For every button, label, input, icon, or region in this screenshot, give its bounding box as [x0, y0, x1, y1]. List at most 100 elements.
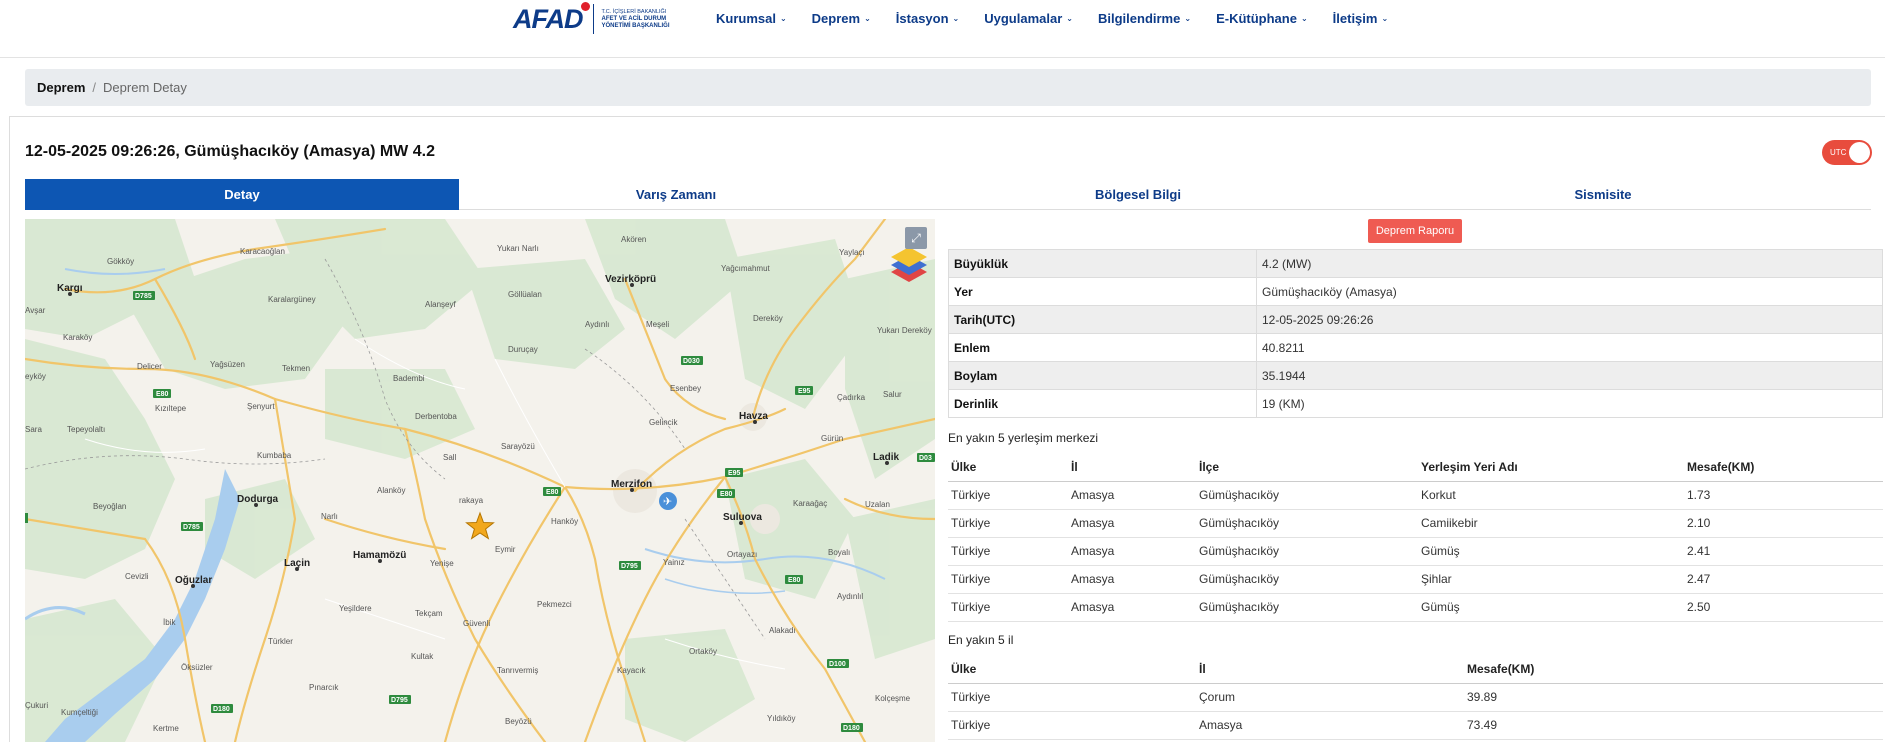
- svg-text:Alanşeyf: Alanşeyf: [425, 300, 456, 309]
- svg-text:Yaylaçı: Yaylaçı: [839, 248, 865, 257]
- svg-text:Yağcımahmut: Yağcımahmut: [721, 264, 771, 273]
- detail-key: Enlem: [948, 333, 1257, 362]
- svg-text:Kızıltepe: Kızıltepe: [155, 404, 187, 413]
- nav-label: İstasyon: [895, 11, 949, 26]
- svg-text:Ortaköy: Ortaköy: [689, 647, 717, 656]
- tab-bolgesel-bilgi[interactable]: Bölgesel Bilgi: [893, 179, 1383, 210]
- svg-text:Hanköy: Hanköy: [551, 517, 578, 526]
- nav-item-kurumsal[interactable]: Kurumsal ⌄: [716, 11, 787, 26]
- svg-text:D180: D180: [843, 725, 860, 732]
- table-row: Yer Gümüşhacıköy (Amasya): [948, 277, 1883, 306]
- utc-toggle[interactable]: UTC: [1822, 140, 1872, 165]
- svg-text:Cevizli: Cevizli: [125, 572, 149, 581]
- svg-text:Pınarcık: Pınarcık: [309, 683, 339, 692]
- nav-label: Kurumsal: [716, 11, 776, 26]
- map-canvas: Kargı Vezirköprü Havza Merzifon Suluova …: [25, 219, 935, 742]
- tab-bar: Detay Varış Zamanı Bölgesel Bilgi Sismis…: [25, 179, 1871, 210]
- nav-item-iletisim[interactable]: İletişim ⌄: [1333, 11, 1389, 26]
- nav-item-ekutuphane[interactable]: E-Kütüphane ⌄: [1216, 11, 1308, 26]
- svg-text:Narlı: Narlı: [321, 512, 338, 521]
- nav-item-uygulamalar[interactable]: Uygulamalar ⌄: [984, 11, 1073, 26]
- cell: 73.49: [1464, 711, 1883, 740]
- breadcrumb-current: Deprem Detay: [103, 80, 187, 95]
- cell: Amasya: [1196, 711, 1464, 740]
- map-label-vezirkopru: Vezirköprü: [605, 274, 656, 285]
- tab-varis-zamani[interactable]: Varış Zamanı: [459, 179, 893, 210]
- cell: Türkiye: [948, 509, 1068, 538]
- breadcrumb-deprem[interactable]: Deprem: [37, 80, 85, 95]
- chevron-down-icon: ⌄: [864, 14, 871, 23]
- detail-key: Boylam: [948, 361, 1257, 390]
- svg-text:rakaya: rakaya: [459, 496, 484, 505]
- detail-key: Yer: [948, 277, 1257, 306]
- column-header: Yerleşim Yeri Adı: [1418, 453, 1684, 482]
- cell: Amasya: [1068, 481, 1196, 510]
- column-header: İl: [1068, 453, 1196, 482]
- detail-key: Derinlik: [948, 389, 1257, 418]
- table-row: Türkiye Amasya Gümüşhacıköy Gümüş 2.50: [948, 593, 1883, 622]
- svg-text:Gelincik: Gelincik: [649, 418, 678, 427]
- svg-text:D795: D795: [621, 563, 638, 570]
- svg-text:Avşar: Avşar: [25, 306, 46, 315]
- svg-text:Yukarı Dereköy: Yukarı Dereköy: [877, 326, 932, 335]
- svg-text:Sall: Sall: [443, 453, 457, 462]
- svg-text:Güvenli: Güvenli: [463, 619, 490, 628]
- tab-sismisite[interactable]: Sismisite: [1383, 179, 1823, 210]
- nearest-provinces-title: En yakın 5 il: [948, 633, 1014, 647]
- map-label-dodurga: Dodurga: [237, 494, 279, 505]
- chevron-down-icon: ⌄: [1066, 14, 1073, 23]
- afad-logo[interactable]: AFAD T.C. İÇİŞLERİ BAKANLIĞI AFET VE ACİ…: [513, 0, 680, 38]
- svg-text:D03: D03: [919, 455, 932, 462]
- details-table: Büyüklük 4.2 (MW) Yer Gümüşhacıköy (Amasya…: [948, 249, 1883, 418]
- tab-detay[interactable]: Detay: [25, 179, 459, 210]
- table-header-row: Ülke İl Mesafe(KM): [948, 655, 1883, 684]
- detail-value: 19 (KM): [1256, 389, 1883, 418]
- svg-text:D100: D100: [829, 661, 846, 668]
- column-header: Ülke: [948, 655, 1196, 684]
- svg-text:D795: D795: [391, 697, 408, 704]
- detail-value: 12-05-2025 09:26:26: [1256, 305, 1883, 334]
- cell: 2.10: [1684, 509, 1883, 538]
- cell: Gümüşhacıköy: [1196, 593, 1418, 622]
- svg-text:Karacaoğlan: Karacaoğlan: [240, 247, 285, 256]
- svg-text:Aydınlı: Aydınlı: [585, 320, 609, 329]
- nav-label: Bilgilendirme: [1098, 11, 1181, 26]
- svg-text:Eymir: Eymir: [495, 545, 516, 554]
- earthquake-report-button[interactable]: Deprem Raporu: [1368, 219, 1462, 243]
- cell: 2.50: [1684, 593, 1883, 622]
- chevron-down-icon: ⌄: [952, 14, 960, 23]
- cell: Amasya: [1068, 537, 1196, 566]
- svg-text:Meşeli: Meşeli: [646, 320, 669, 329]
- chevron-down-icon: ⌄: [1381, 14, 1389, 23]
- logo-sub1: T.C. İÇİŞLERİ BAKANLIĞI: [601, 8, 667, 15]
- svg-text:Gürün: Gürün: [821, 434, 843, 443]
- logo-sub3: YÖNETİMİ BAŞKANLIĞI: [601, 22, 670, 29]
- detail-key: Tarih(UTC): [948, 305, 1257, 334]
- svg-text:Delicer: Delicer: [137, 362, 162, 371]
- table-row: Türkiye Çorum 39.89: [948, 683, 1883, 712]
- table-row: Derinlik 19 (KM): [948, 389, 1883, 418]
- nav-item-bilgilendirme[interactable]: Bilgilendirme ⌄: [1098, 11, 1191, 26]
- svg-text:E80: E80: [156, 391, 169, 398]
- table-row: Türkiye Amasya 73.49: [948, 711, 1883, 740]
- svg-text:✈: ✈: [663, 495, 672, 508]
- logo-text: AFAD: [513, 3, 583, 34]
- svg-text:Salur: Salur: [883, 390, 902, 399]
- svg-text:Derbentoba: Derbentoba: [415, 412, 457, 421]
- utc-toggle-label: UTC: [1830, 148, 1847, 157]
- nav-label: E-Kütüphane: [1216, 11, 1297, 26]
- svg-text:Karaköy: Karaköy: [63, 333, 92, 342]
- column-header: İl: [1196, 655, 1464, 684]
- fullscreen-icon[interactable]: ⤢: [905, 227, 927, 249]
- cell: Gümüşhacıköy: [1196, 565, 1418, 594]
- logo-dot-icon: [581, 1, 590, 11]
- column-header: İlçe: [1196, 453, 1418, 482]
- nav-item-istasyon[interactable]: İstasyon ⌄: [896, 11, 959, 26]
- svg-text:Yıldıköy: Yıldıköy: [767, 714, 795, 723]
- svg-text:Beyözü: Beyözü: [505, 717, 532, 726]
- map-view[interactable]: Kargı Vezirköprü Havza Merzifon Suluova …: [25, 219, 935, 742]
- nav-item-deprem[interactable]: Deprem ⌄: [812, 11, 871, 26]
- svg-text:E80: E80: [720, 491, 733, 498]
- table-row: Türkiye Amasya Gümüşhacıköy Korkut 1.73: [948, 481, 1883, 510]
- chevron-down-icon: ⌄: [779, 14, 787, 23]
